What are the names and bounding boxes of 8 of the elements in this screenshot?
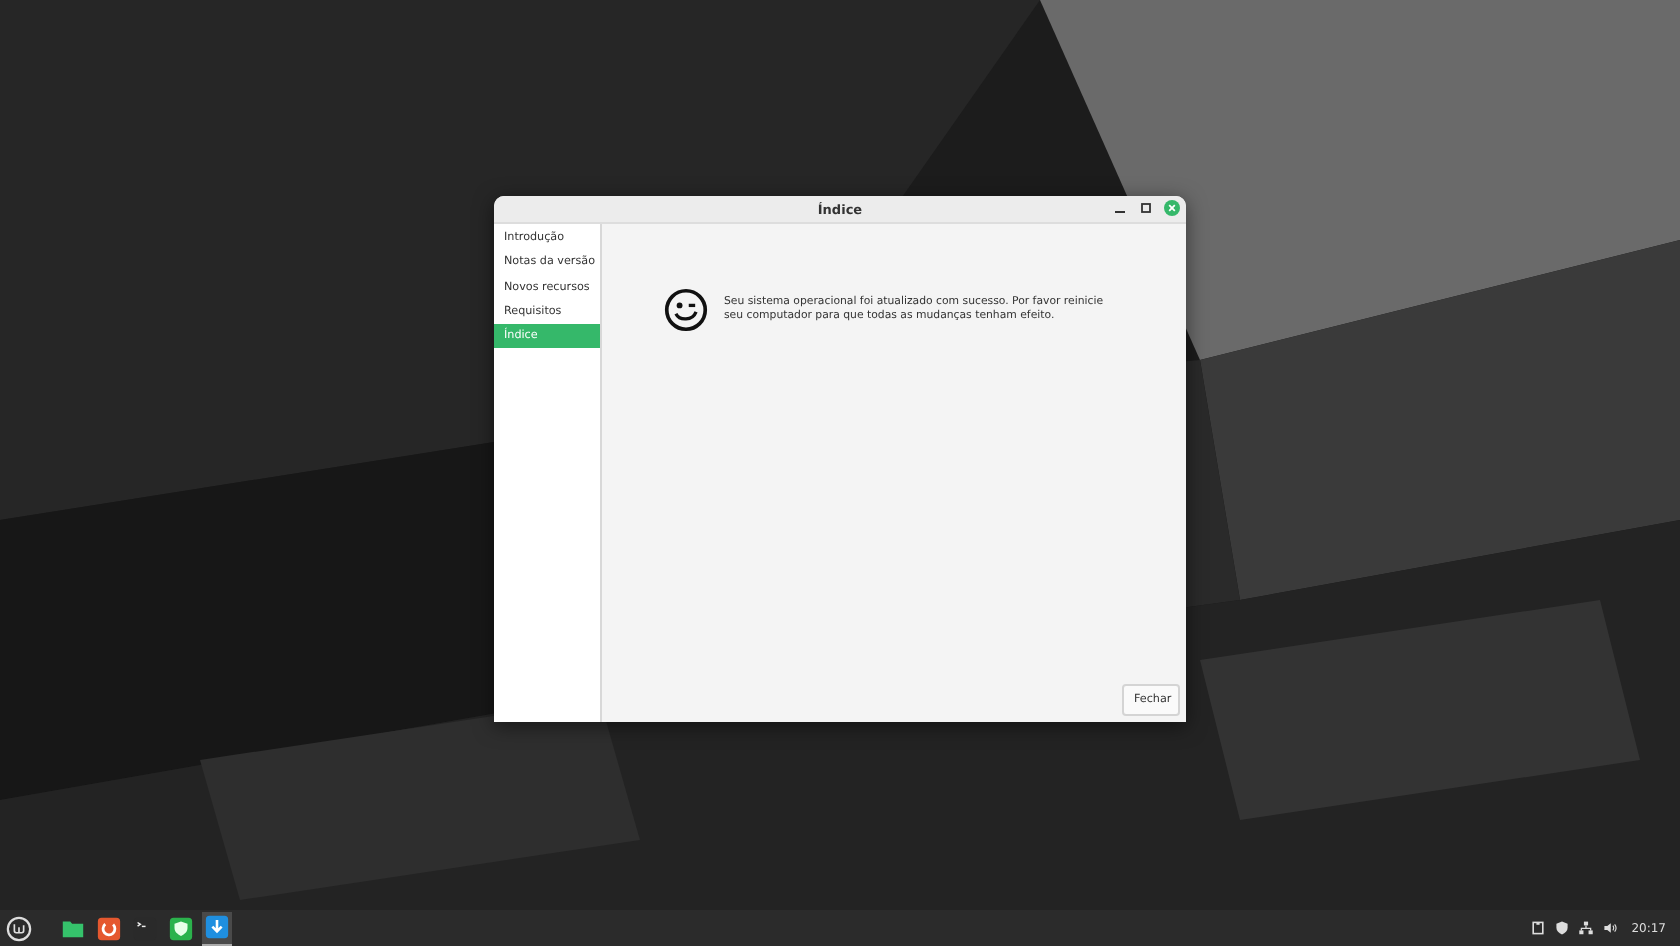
menu-icon[interactable] <box>6 915 32 941</box>
close-icon[interactable] <box>1164 200 1180 216</box>
volume-icon[interactable] <box>1601 920 1618 936</box>
network-icon[interactable] <box>1577 920 1594 936</box>
winking-face-icon <box>664 288 708 332</box>
clipboard-icon[interactable] <box>1529 920 1546 936</box>
maximize-icon[interactable] <box>1138 200 1154 216</box>
shield-icon[interactable] <box>1553 920 1570 936</box>
